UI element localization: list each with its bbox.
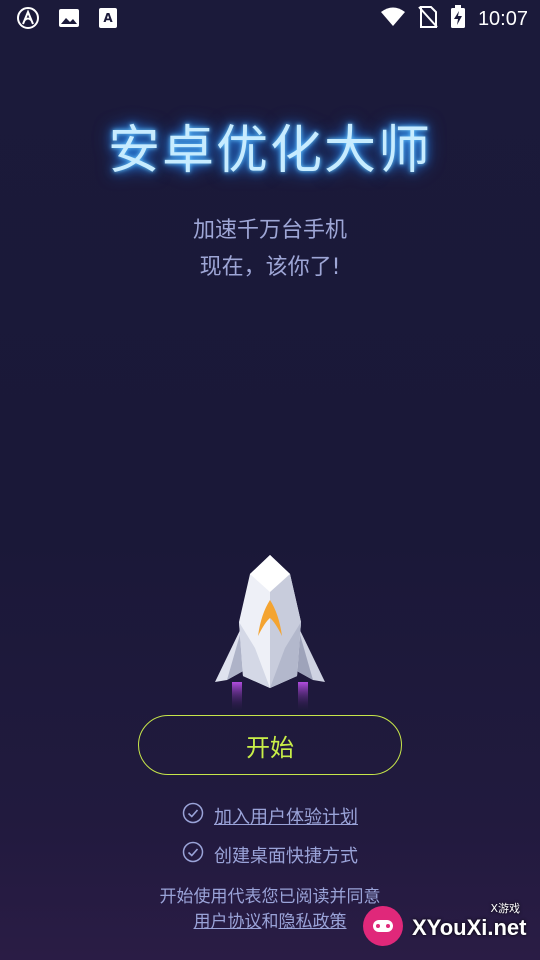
status-bar: A 10:07 — [0, 0, 540, 36]
join-experience-program-link[interactable]: 加入用户体验计划 — [214, 803, 358, 829]
svg-text:A: A — [103, 11, 113, 25]
app-title: 安卓优化大师 — [107, 121, 432, 181]
subtitle-line-2: 现在，该你了! — [199, 255, 341, 280]
create-shortcut-option[interactable]: 创建桌面快捷方式 — [182, 841, 358, 868]
font-app-icon: A — [98, 7, 118, 33]
watermark: X游戏 XYouXi.net — [360, 902, 530, 954]
image-icon — [58, 7, 80, 33]
start-button[interactable]: 开始 — [138, 715, 402, 775]
user-agreement-link[interactable]: 用户协议 — [194, 912, 262, 932]
gamepad-icon — [360, 903, 406, 953]
join-experience-program-option[interactable]: 加入用户体验计划 — [182, 802, 358, 829]
status-bar-left: A — [16, 6, 118, 34]
status-bar-right: 10:07 — [380, 5, 528, 33]
check-circle-icon[interactable] — [182, 802, 204, 829]
check-circle-icon[interactable] — [182, 841, 204, 868]
battery-charging-icon — [450, 5, 466, 33]
agreement-and: 和 — [261, 912, 279, 932]
status-time: 10:07 — [477, 7, 528, 30]
watermark-text: XYouXi.net — [412, 915, 527, 940]
subtitle-line-1: 加速千万台手机 — [192, 218, 347, 243]
wifi-icon — [380, 6, 406, 32]
arc-app-icon — [16, 6, 40, 34]
privacy-policy-link[interactable]: 隐私政策 — [279, 912, 347, 932]
create-shortcut-label: 创建桌面快捷方式 — [214, 845, 358, 867]
watermark-small-text: X游戏 — [490, 902, 520, 915]
rocket-icon — [205, 552, 335, 712]
no-sim-icon — [418, 5, 438, 33]
